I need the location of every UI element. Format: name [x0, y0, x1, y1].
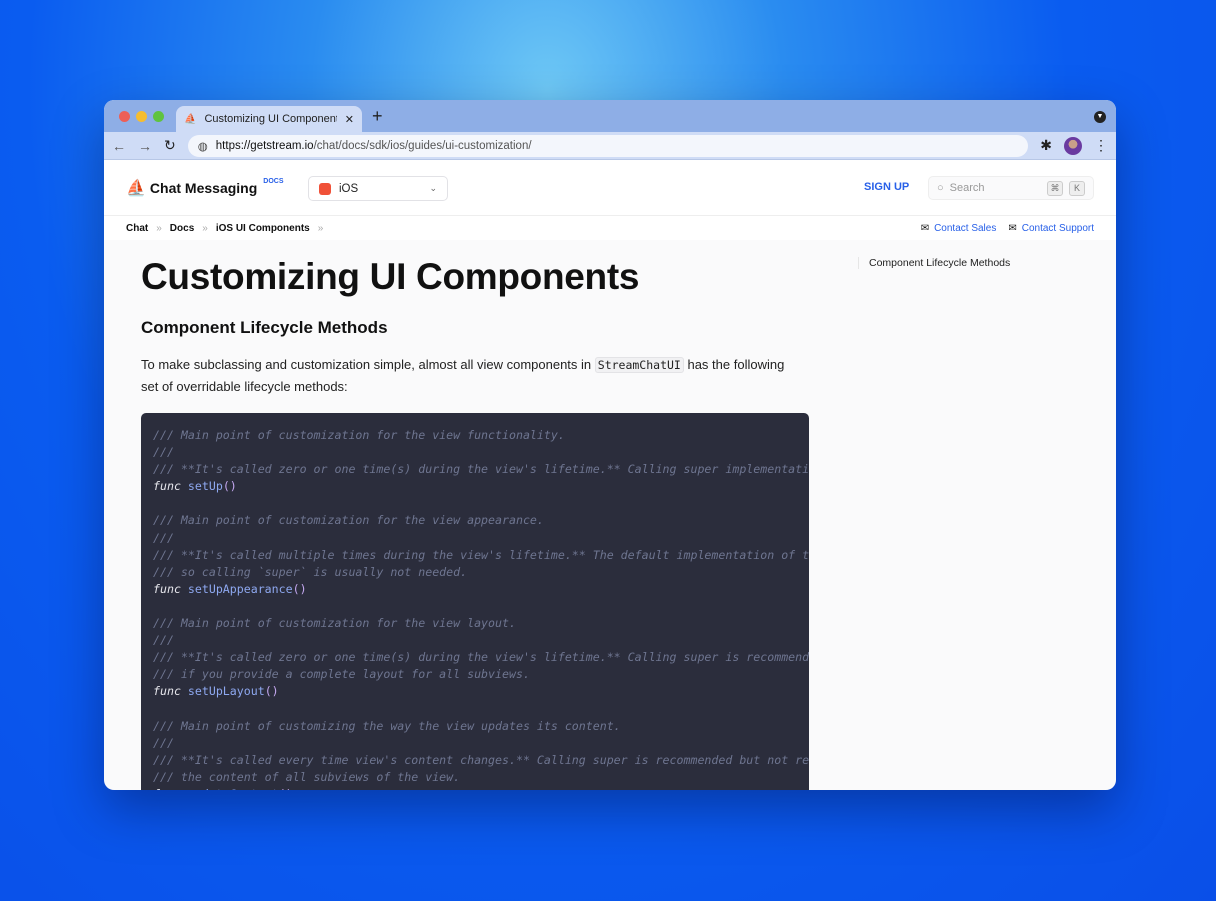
search-input[interactable]: ○ Search ⌘ K [928, 176, 1094, 200]
code-line: /// Main point of customization for the … [153, 513, 544, 528]
contact-support-link[interactable]: ✉ Contact Support [1008, 223, 1094, 234]
page-title: Customizing UI Components [141, 256, 640, 297]
code-block: /// Main point of customization for the … [141, 413, 809, 790]
code-line: func updateContent() [153, 786, 809, 790]
cmd-key: ⌘ [1047, 180, 1063, 196]
code-line: /// **It's called zero or one time(s) du… [153, 462, 809, 477]
back-icon[interactable]: ← [112, 138, 126, 154]
minimize-window-button[interactable] [136, 111, 147, 122]
code-line: /// **It's called zero or one time(s) du… [153, 650, 809, 665]
search-icon: ○ [937, 182, 944, 194]
code-line: /// if you provide a complete layout for… [153, 667, 530, 682]
table-of-contents: Component Lifecycle Methods [858, 257, 1010, 269]
contact-sales-link[interactable]: ✉ Contact Sales [921, 223, 997, 234]
code-line: /// Main point of customization for the … [153, 428, 565, 442]
breadcrumb-docs[interactable]: Docs [170, 223, 194, 234]
sign-up-link[interactable]: SIGN UP [864, 181, 909, 193]
maximize-window-button[interactable] [153, 111, 164, 122]
swift-icon [319, 182, 331, 195]
reload-icon[interactable]: ↻ [164, 137, 176, 154]
forward-icon[interactable]: → [138, 138, 152, 154]
code-line: /// [153, 445, 174, 460]
mail-icon: ✉ [1008, 222, 1017, 234]
logo[interactable]: ⛵ Chat Messaging DOCS [126, 178, 284, 198]
close-window-button[interactable] [119, 111, 130, 122]
close-tab-icon[interactable]: ✕ [345, 113, 354, 126]
chevron-down-icon: ⌄ [429, 183, 437, 193]
section-heading: Component Lifecycle Methods [141, 318, 388, 337]
code-line: func setUp() [153, 479, 237, 494]
address-bar[interactable]: ◍ https://getstream.io/chat/docs/sdk/ios… [187, 134, 1029, 157]
k-key: K [1069, 180, 1085, 196]
code-line: /// [153, 633, 174, 648]
site-header: ⛵ Chat Messaging DOCS iOS ⌄ SIGN UP ○ Sea… [104, 160, 1116, 216]
breadcrumb-ios-ui-components[interactable]: iOS UI Components [216, 223, 310, 234]
browser-window: ⛵ Customizing UI Components | Stream ✕ +… [104, 100, 1116, 790]
code-line: /// Main point of customizing the way th… [153, 718, 621, 733]
mail-icon: ✉ [920, 222, 930, 234]
breadcrumb: Chat» Docs» iOS UI Components» ✉ Contact … [104, 216, 1116, 240]
boat-logo-icon: ⛵ [126, 179, 146, 197]
menu-icon[interactable]: ⋮ [1094, 137, 1108, 154]
code-line: func setUpLayout() [153, 684, 279, 699]
favicon-icon: ⛵ [184, 113, 197, 125]
code-line: /// **It's called every time view's cont… [153, 752, 809, 767]
site-info-icon[interactable]: ◍ [198, 139, 208, 153]
tab-bar: ⛵ Customizing UI Components | Stream ✕ +… [104, 100, 1116, 132]
code-line: /// [153, 735, 174, 750]
tab-search-icon[interactable]: ▼ [1094, 111, 1106, 123]
platform-select[interactable]: iOS ⌄ [308, 176, 448, 201]
browser-tab[interactable]: ⛵ Customizing UI Components | Stream ✕ [176, 106, 362, 132]
code-line: /// **It's called multiple times during … [153, 547, 809, 562]
breadcrumb-chat[interactable]: Chat [126, 223, 148, 234]
code-line: /// [153, 530, 174, 545]
main-content: Customizing UI Components Component Life… [141, 252, 809, 790]
code-line: /// the content of all subviews of the v… [153, 769, 461, 784]
new-tab-button[interactable]: + [372, 106, 383, 127]
avatar[interactable] [1064, 136, 1082, 155]
extensions-icon[interactable]: ✱ [1040, 137, 1052, 154]
toc-item[interactable]: Component Lifecycle Methods [869, 257, 1010, 269]
code-line: /// so calling `super` is usually not ne… [153, 564, 468, 579]
intro-paragraph: To make subclassing and customization si… [141, 357, 785, 394]
code-line: func setUpAppearance() [153, 581, 307, 596]
code-line: /// Main point of customization for the … [153, 616, 516, 631]
browser-toolbar: ← → ↻ ◍ https://getstream.io/chat/docs/s… [104, 132, 1116, 160]
